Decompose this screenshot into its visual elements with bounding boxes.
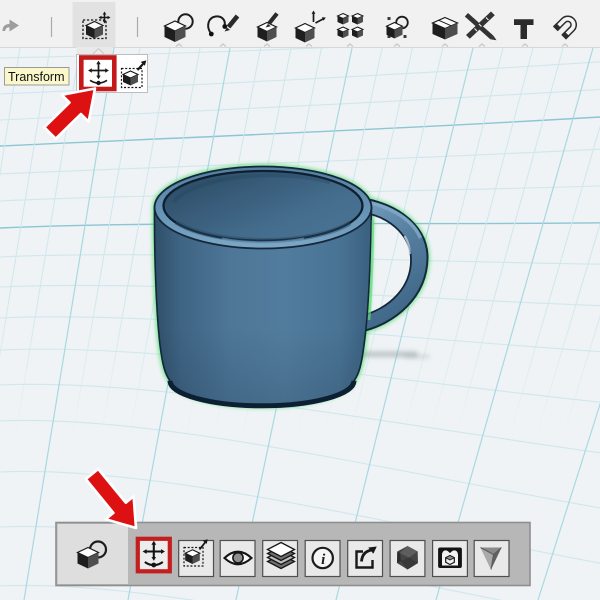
svg-text:Transform: Transform xyxy=(8,70,65,84)
